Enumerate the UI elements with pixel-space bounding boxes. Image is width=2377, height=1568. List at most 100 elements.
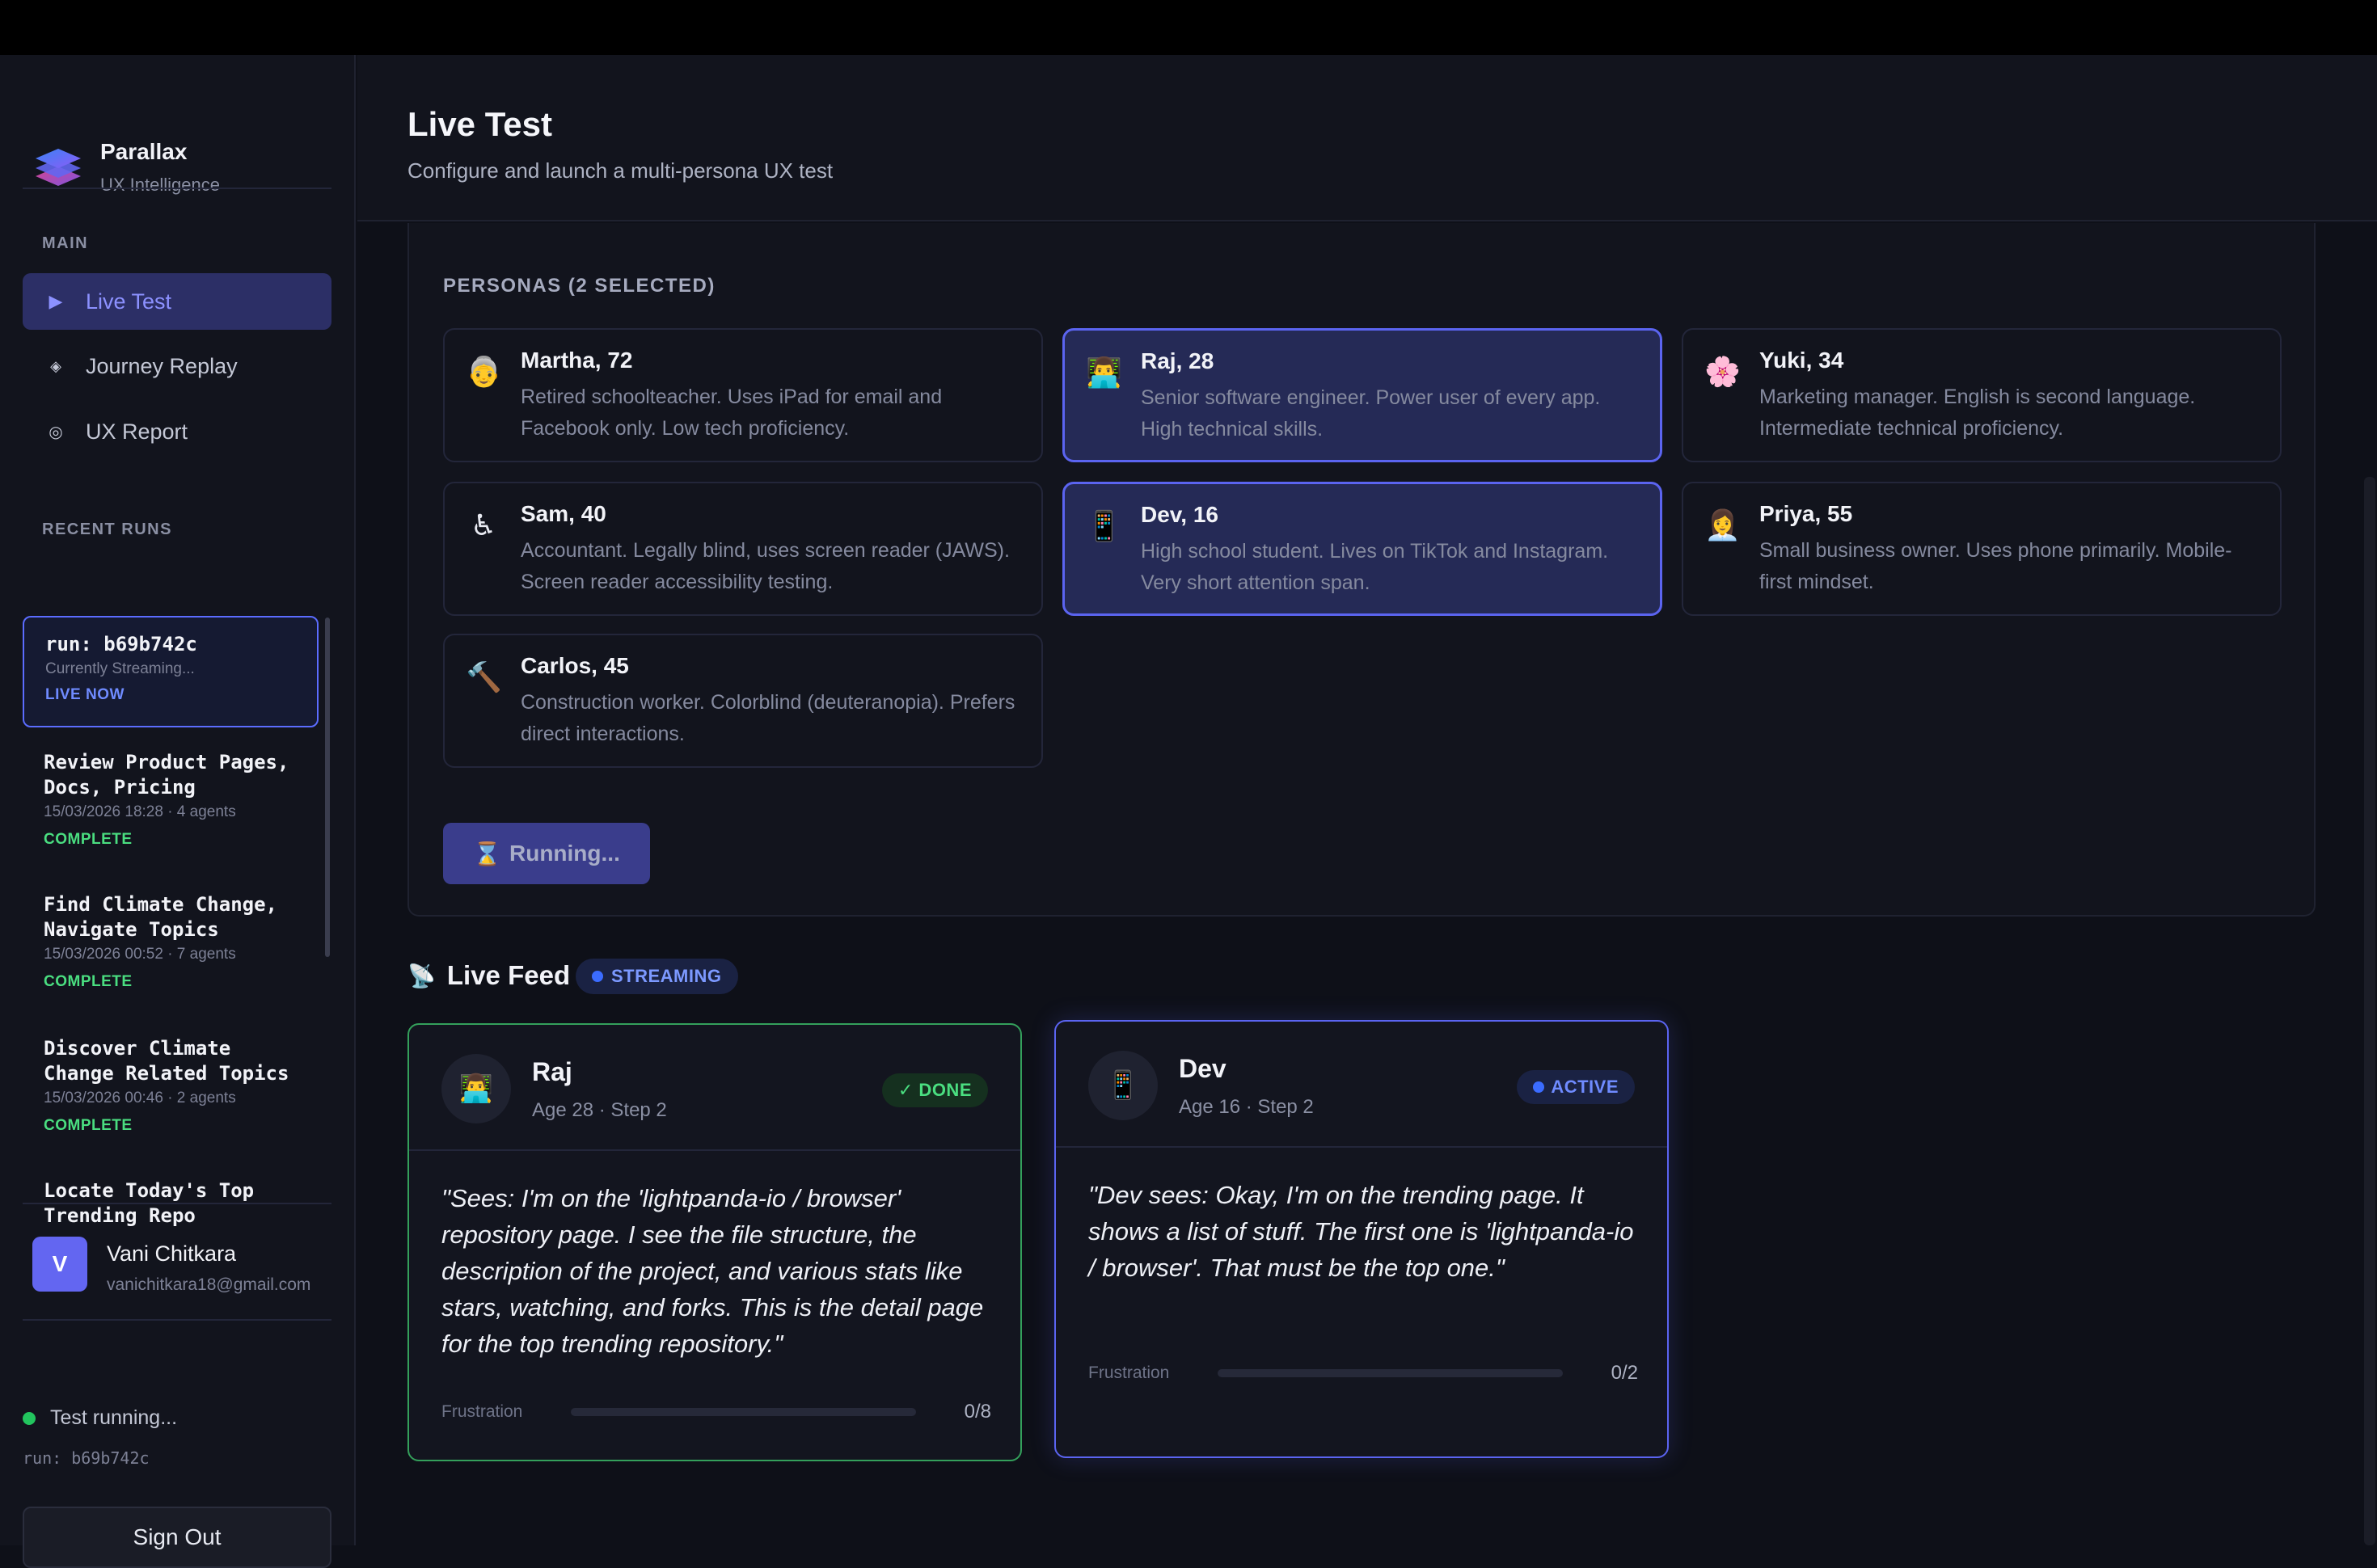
feed-card-dev[interactable]: 📱 Dev Age 16 · Step 2 ACTIVE "Dev sees: … (1054, 1020, 1669, 1458)
frustration-meter: Frustration 0/8 (441, 1400, 991, 1424)
brand[interactable]: Parallax UX Intelligence (32, 97, 331, 202)
persona-description: Senior software engineer. Power user of … (1141, 386, 1601, 440)
hammer-icon: 🔨 (466, 660, 502, 693)
sign-out-button[interactable]: Sign Out (23, 1507, 331, 1568)
persona-name: Carlos, 45 (521, 653, 629, 678)
feed-card-raj[interactable]: 👨‍💻 Raj Age 28 · Step 2 ✓ DONE "Sees: I'… (407, 1023, 1022, 1461)
status-dot-icon (23, 1411, 36, 1425)
user-profile[interactable]: V Vani Chitkara vanichitkara18@gmail.com (32, 1237, 331, 1301)
user-name: Vani Chitkara (107, 1241, 237, 1266)
technologist-icon: 👨‍💻 (441, 1054, 511, 1123)
window-top-bar (0, 0, 2377, 55)
sidebar: Parallax UX Intelligence MAIN ▶ Live Tes… (0, 55, 356, 1568)
mobile-phone-icon: 📱 (1088, 1051, 1158, 1120)
persona-name: Dev, 16 (1141, 502, 1218, 527)
persona-description: Marketing manager. English is second lan… (1759, 386, 2196, 440)
persona-description: High school student. Lives on TikTok and… (1141, 540, 1609, 594)
persona-name: Sam, 40 (521, 501, 606, 526)
frustration-meter: Frustration 0/2 (1088, 1361, 1638, 1385)
nav-journey-replay[interactable]: ◈ Journey Replay (23, 338, 331, 394)
nav-live-test[interactable]: ▶ Live Test (23, 273, 331, 330)
persona-name: Martha, 72 (521, 348, 633, 373)
recent-runs-list[interactable]: run: b69b742c Currently Streaming... LIV… (23, 561, 331, 1232)
page-subtitle: Configure and launch a multi-persona UX … (407, 158, 834, 183)
run-meta: 15/03/2026 18:28 · 4 agents (44, 803, 236, 820)
avatar: V (32, 1237, 87, 1292)
persona-card-sam[interactable]: ♿ Sam, 40 Accountant. Legally blind, use… (443, 482, 1043, 616)
persona-card-raj[interactable]: 👨‍💻 Raj, 28 Senior software engineer. Po… (1062, 328, 1662, 462)
elderly-woman-icon: 👵 (466, 355, 502, 388)
agent-meta: Age 16 · Step 2 (1179, 1096, 1314, 1118)
run-title: Review Product Pages, Docs, Pricing (44, 751, 289, 799)
persona-name: Raj, 28 (1141, 348, 1214, 373)
persona-description: Construction worker. Colorblind (deutera… (521, 691, 1015, 745)
persona-card-carlos[interactable]: 🔨 Carlos, 45 Construction worker. Colorb… (443, 634, 1043, 768)
circle-icon: ◎ (49, 423, 63, 441)
recent-runs-scrollbar[interactable] (325, 618, 330, 957)
app-name: Parallax (100, 139, 188, 164)
status-badge: ✓ DONE (881, 1073, 988, 1107)
feed-card-header: 👨‍💻 Raj Age 28 · Step 2 ✓ DONE (409, 1025, 1020, 1151)
play-icon: ▶ (49, 291, 63, 311)
test-status-text: Test running... (50, 1406, 178, 1429)
persona-description: Accountant. Legally blind, uses screen r… (521, 539, 1010, 593)
agent-thought: "Dev sees: Okay, I'm on the trending pag… (1088, 1181, 1634, 1282)
page-title: Live Test (407, 105, 552, 143)
frustration-label: Frustration (441, 1402, 523, 1421)
frustration-label: Frustration (1088, 1364, 1170, 1382)
run-item[interactable]: Review Product Pages, Docs, Pricing 15/0… (23, 750, 319, 849)
run-test-button[interactable]: ⌛ Running... (443, 823, 650, 884)
nav-label: Live Test (86, 289, 172, 314)
persona-card-yuki[interactable]: 🌸 Yuki, 34 Marketing manager. English is… (1682, 328, 2282, 462)
personas-panel: PERSONAS (2 SELECTED) 👵 Martha, 72 Retir… (407, 223, 2316, 917)
persona-card-martha[interactable]: 👵 Martha, 72 Retired schoolteacher. Uses… (443, 328, 1043, 462)
persona-name: Priya, 55 (1759, 501, 1853, 526)
user-email: vanichitkara18@gmail.com (107, 1275, 311, 1294)
run-item[interactable]: Find Climate Change, Navigate Topics 15/… (23, 892, 319, 991)
frustration-track (571, 1408, 916, 1416)
agent-name: Dev (1179, 1054, 1226, 1083)
wheelchair-icon: ♿ (470, 508, 497, 542)
nav-label: UX Report (86, 419, 188, 444)
test-status-run: run: b69b742c (23, 1448, 150, 1468)
test-status: Test running... (23, 1406, 177, 1430)
run-title: Discover Climate Change Related Topics (44, 1037, 289, 1085)
streaming-label: STREAMING (611, 966, 722, 986)
main-scrollbar[interactable] (2364, 477, 2375, 1545)
recent-runs-label: RECENT RUNS (42, 521, 172, 538)
persona-name: Yuki, 34 (1759, 348, 1844, 373)
run-meta: Currently Streaming... (45, 660, 195, 677)
run-title: Find Climate Change, Navigate Topics (44, 893, 277, 941)
streaming-badge: STREAMING (576, 959, 738, 994)
sidebar-divider (23, 188, 331, 189)
personas-label: PERSONAS (2 SELECTED) (443, 275, 716, 297)
diamond-icon: ◈ (50, 357, 61, 374)
technologist-icon: 👨‍💻 (1086, 356, 1122, 389)
nav-ux-report[interactable]: ◎ UX Report (23, 403, 331, 460)
frustration-track (1218, 1369, 1563, 1377)
run-item[interactable]: Discover Climate Change Related Topics 1… (23, 1036, 319, 1135)
run-title: run: b69b742c (45, 633, 197, 655)
persona-description: Small business owner. Uses phone primari… (1759, 539, 2232, 593)
run-item-current[interactable]: run: b69b742c Currently Streaming... LIV… (23, 616, 319, 727)
status-badge: ACTIVE (1517, 1070, 1635, 1104)
stream-dot-icon (592, 971, 603, 982)
status-badge-label: ACTIVE (1551, 1077, 1619, 1097)
run-status: LIVE NOW (45, 686, 125, 703)
main-section-label: MAIN (42, 234, 89, 252)
persona-card-priya[interactable]: 👩‍💼 Priya, 55 Small business owner. Uses… (1682, 482, 2282, 616)
persona-card-dev[interactable]: 📱 Dev, 16 High school student. Lives on … (1062, 482, 1662, 616)
nav-label: Journey Replay (86, 353, 238, 378)
page-header: Live Test Configure and launch a multi-p… (357, 55, 2377, 221)
live-feed-label: Live Feed (446, 960, 571, 990)
run-status: COMPLETE (44, 973, 133, 990)
agent-name: Raj (532, 1057, 572, 1086)
active-dot-icon (1533, 1081, 1545, 1093)
run-status: COMPLETE (44, 831, 133, 848)
parallax-logo-icon (36, 149, 81, 186)
mobile-phone-icon: 📱 (1086, 509, 1122, 542)
satellite-icon: 📡 (407, 963, 436, 988)
live-feed-title: 📡 Live Feed (407, 960, 570, 991)
run-meta: 15/03/2026 00:52 · 7 agents (44, 946, 236, 963)
persona-description: Retired schoolteacher. Uses iPad for ema… (521, 386, 943, 440)
